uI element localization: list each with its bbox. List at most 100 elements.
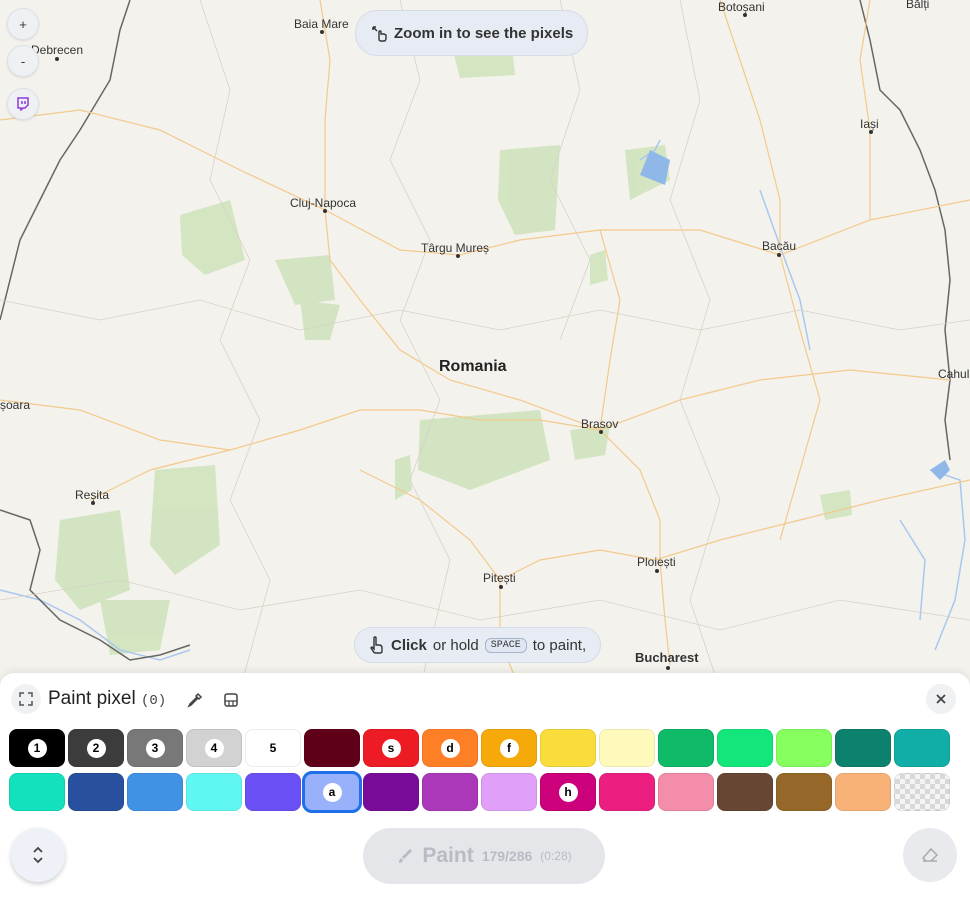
paint-hint-click: Click — [391, 636, 427, 654]
color-swatch[interactable] — [835, 729, 891, 767]
city-label: Cluj-Napoca — [290, 196, 357, 210]
color-swatch[interactable] — [717, 729, 773, 767]
paint-button-label: Paint — [422, 844, 474, 867]
color-swatch[interactable] — [481, 773, 537, 811]
color-swatch[interactable]: s — [363, 729, 419, 767]
swatch-hotkey: s — [381, 738, 401, 758]
city-label: Târgu Mureș — [421, 241, 490, 255]
city-dot — [869, 130, 873, 134]
city-dot — [55, 57, 59, 61]
color-swatch[interactable] — [363, 773, 419, 811]
color-swatch[interactable] — [658, 773, 714, 811]
swatch-hotkey: 3 — [145, 738, 165, 758]
paint-hint-tail: to paint, — [532, 636, 587, 654]
paint-button[interactable]: Paint 179/286 (0:28) — [363, 828, 605, 884]
swatch-hotkey: a — [322, 782, 342, 802]
city-label: Debrecen — [31, 43, 84, 57]
city-label: Iași — [860, 117, 879, 131]
color-swatch[interactable]: a — [302, 771, 362, 813]
city-label: Ploiești — [637, 555, 676, 569]
color-swatch[interactable] — [894, 729, 950, 767]
city-dot — [743, 13, 747, 17]
color-swatch[interactable] — [127, 773, 183, 811]
city-dot — [320, 30, 324, 34]
color-swatch[interactable] — [658, 729, 714, 767]
paint-hint-rest: or hold — [432, 636, 479, 654]
zoom-out-button[interactable]: - — [7, 45, 39, 77]
city-label: Botoșani — [718, 0, 765, 14]
city-label: șoara — [0, 398, 31, 412]
city-label: Pitești — [483, 571, 516, 585]
eraser-button[interactable] — [903, 828, 957, 882]
color-swatch[interactable] — [422, 773, 478, 811]
palette-grid-icon[interactable] — [220, 689, 242, 711]
color-swatch[interactable] — [304, 729, 360, 767]
city-label: Bacău — [762, 239, 797, 253]
city-dot — [499, 585, 503, 589]
city-label: Brasov — [581, 417, 619, 431]
brush-icon — [399, 849, 413, 863]
close-panel-button[interactable] — [926, 684, 956, 714]
color-swatch[interactable]: 2 — [68, 729, 124, 767]
color-swatch[interactable] — [835, 773, 891, 811]
map-background — [0, 0, 970, 690]
color-swatch[interactable]: 5 — [245, 729, 301, 767]
color-swatch[interactable]: 4 — [186, 729, 242, 767]
zoom-in-button[interactable]: + — [7, 8, 39, 40]
city-dot — [91, 501, 95, 505]
palette-row-2: ah — [9, 771, 950, 813]
color-swatch[interactable]: f — [481, 729, 537, 767]
swatch-hotkey: f — [499, 738, 519, 758]
color-swatch[interactable]: 1 — [9, 729, 65, 767]
chevron-up-down-icon — [33, 846, 43, 864]
color-swatch[interactable] — [9, 773, 65, 811]
city-dot — [323, 209, 327, 213]
color-swatch[interactable] — [717, 773, 773, 811]
color-swatch[interactable] — [776, 729, 832, 767]
city-dot — [666, 666, 670, 670]
color-swatch[interactable] — [599, 729, 655, 767]
city-label-capital: Bucharest — [635, 650, 699, 665]
color-swatch[interactable] — [68, 773, 124, 811]
pointer-hand-icon — [370, 636, 383, 654]
city-label: Bălți — [906, 0, 930, 11]
color-swatch[interactable]: 3 — [127, 729, 183, 767]
twitch-icon[interactable] — [7, 88, 39, 120]
palette-row-1: 1 2 3 4 5 s d f — [9, 729, 950, 767]
pixel-count: (0) — [140, 693, 167, 709]
expand-panel-button[interactable] — [11, 828, 65, 882]
country-label: Romania — [439, 358, 507, 375]
city-label: Baia Mare — [294, 17, 349, 31]
panel-title-text: Paint pixel — [48, 688, 136, 709]
swatch-hotkey: h — [558, 782, 578, 802]
color-swatch[interactable] — [186, 773, 242, 811]
paint-charges: 179/286 — [481, 848, 533, 864]
twitch-glyph — [17, 97, 29, 111]
panel-title: Paint pixel (0) — [48, 688, 166, 710]
zoom-hint-text: Zoom in to see the pixels — [394, 24, 574, 42]
map-canvas[interactable]: Baia Mare Debrecen Botoșani Bălți Iași C… — [0, 0, 970, 690]
swatch-hotkey: 4 — [204, 738, 224, 758]
color-swatch[interactable] — [599, 773, 655, 811]
city-dot — [456, 254, 460, 258]
city-dot — [599, 430, 603, 434]
space-key-badge: SPACE — [484, 637, 527, 653]
swatch-hotkey: 5 — [269, 741, 277, 755]
city-dot — [655, 569, 659, 573]
color-swatch[interactable]: h — [540, 773, 596, 811]
swatch-hotkey: 1 — [27, 738, 47, 758]
swatch-hotkey: 2 — [86, 738, 106, 758]
city-label: Reșita — [75, 488, 110, 502]
color-swatch[interactable] — [540, 729, 596, 767]
color-swatch[interactable] — [245, 773, 301, 811]
eraser-icon — [921, 847, 939, 862]
color-swatch[interactable] — [776, 773, 832, 811]
fullscreen-icon[interactable] — [11, 684, 41, 714]
zoom-hint: Zoom in to see the pixels — [355, 10, 589, 56]
transparent-swatch[interactable] — [894, 773, 950, 811]
eyedropper-icon[interactable] — [184, 689, 206, 711]
city-dot — [777, 253, 781, 257]
color-swatch[interactable]: d — [422, 729, 478, 767]
paint-hint: Click or hold SPACE to paint, — [354, 627, 602, 663]
swatch-hotkey: d — [440, 738, 460, 758]
